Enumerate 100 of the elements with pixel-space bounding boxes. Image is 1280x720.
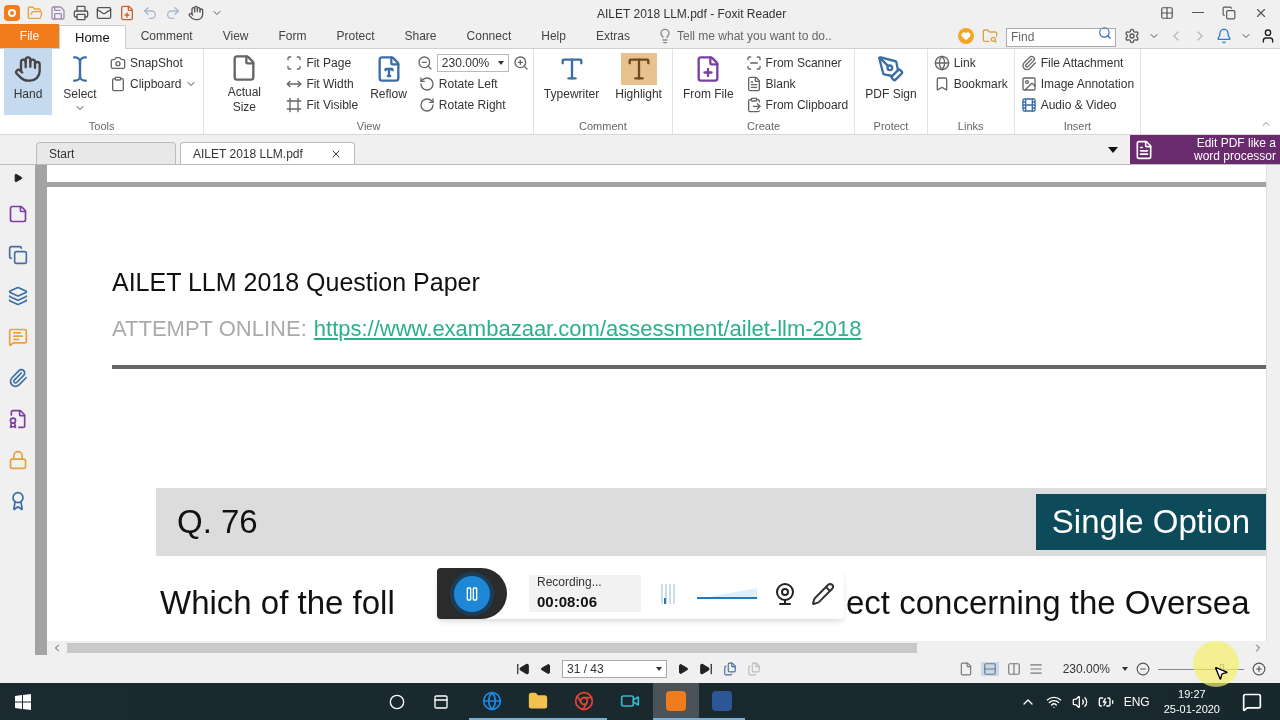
group-label: Protect	[872, 119, 910, 134]
document-tab[interactable]: AILET 2018 LLM.pdf	[180, 142, 355, 164]
zoom-level[interactable]: 230.00%	[1062, 660, 1110, 678]
tell-me-field[interactable]: Tell me what you want to do..	[676, 27, 877, 45]
clipboard-icon	[110, 76, 126, 92]
menu-tab[interactable]: Home	[59, 25, 126, 49]
volume-slider[interactable]	[697, 585, 759, 602]
menu-tab[interactable]: Share	[389, 24, 452, 48]
clipboard-icon	[745, 97, 762, 113]
page-field[interactable]: 31 / 43	[562, 660, 667, 678]
zoom-in-icon	[1252, 662, 1266, 676]
zoom-in-icon[interactable]	[512, 55, 529, 71]
pause-button[interactable]	[437, 568, 507, 619]
promo-text: Edit PDF like a word processor	[1192, 136, 1276, 163]
ribbon-button[interactable]: From Scanner	[743, 53, 851, 73]
ribbon-button[interactable]: Typewriter	[537, 49, 606, 115]
ribbon-button[interactable]: SnapShot	[108, 53, 200, 73]
recording-status: Recording...	[537, 574, 603, 592]
menu-tab[interactable]: Protect	[321, 24, 390, 48]
first-page-icon	[516, 662, 530, 676]
pages-icon	[7, 245, 28, 265]
group-label: Comment	[578, 119, 628, 134]
folder-search-icon	[982, 28, 998, 44]
new-file-icon	[119, 4, 135, 21]
ribbon-button[interactable]: From Clipboard	[743, 95, 851, 115]
mail-icon	[96, 4, 112, 21]
menu-tab[interactable]: Connect	[451, 24, 527, 48]
menu-tab[interactable]: Comment	[125, 24, 208, 48]
ribbon-button[interactable]: Fit Width	[284, 74, 361, 94]
ribbon-button[interactable]: Fit Page	[284, 53, 361, 73]
ribbon-button[interactable]: Hand	[4, 49, 52, 115]
previous-page-icon	[540, 663, 552, 675]
ribbon-button[interactable]: Link	[931, 53, 1010, 73]
ribbon-button[interactable]: File Attachment	[1018, 53, 1137, 73]
ribbon-button[interactable]: Actual Size	[208, 49, 281, 115]
webcam-icon[interactable]	[773, 581, 797, 606]
pencil-icon[interactable]	[811, 581, 835, 606]
zoom-out-icon[interactable]	[416, 55, 433, 71]
restore-icon	[1222, 5, 1236, 20]
signature-icon	[7, 409, 28, 429]
fit-page-icon	[286, 55, 303, 71]
ribbon-button[interactable]: Clipboard	[108, 74, 200, 94]
menu-tab[interactable]: Help	[526, 24, 581, 48]
pdf-app-icon[interactable]	[653, 683, 699, 720]
audio-meter-icon	[661, 581, 675, 606]
ribbon-button[interactable]: Audio & Video	[1018, 95, 1137, 115]
ribbon-button[interactable]: Fit Visible	[284, 95, 361, 115]
previous-view-icon	[723, 662, 737, 676]
menu-tab[interactable]: View	[207, 24, 264, 48]
find-field[interactable]: Find	[1006, 27, 1116, 47]
promo-banner[interactable]: Edit PDF like a word processor	[1130, 135, 1280, 164]
group-label: Create	[746, 119, 782, 134]
question-number: Q. 76	[177, 501, 258, 542]
ribbon-button[interactable]: Reflow	[364, 49, 413, 115]
ribbon-button[interactable]: From File	[676, 49, 740, 115]
pen-icon	[876, 55, 905, 83]
app-logo-icon	[4, 4, 20, 21]
print-icon	[73, 4, 89, 21]
clock-date: 25-01-2020	[1163, 701, 1220, 717]
pdf-file-icon	[1134, 139, 1154, 160]
hand-icon	[188, 4, 204, 21]
continuous-page-icon[interactable]	[980, 662, 999, 676]
lock-icon	[7, 450, 28, 470]
attempt-label: ATTEMPT ONLINE:	[112, 314, 307, 343]
ribbon-button[interactable]: Rotate Right	[416, 95, 529, 115]
ribbon-button[interactable]: Blank	[743, 74, 851, 94]
ribbon-button[interactable]: Bookmark	[931, 74, 1010, 94]
ribbon-button[interactable]: Highlight	[609, 49, 668, 115]
next-page-icon	[677, 663, 689, 675]
last-page-icon	[699, 662, 713, 676]
bookmark-page-icon	[7, 204, 28, 224]
menu-tab[interactable]: Form	[263, 24, 322, 48]
question-text: Which of the foll	[160, 583, 395, 621]
search-icon[interactable]	[389, 693, 405, 710]
paperclip-icon	[1020, 55, 1037, 71]
question-type-badge: Single Option	[1035, 493, 1266, 550]
volume-icon[interactable]	[1071, 693, 1088, 710]
language-indicator[interactable]: ENG	[1123, 692, 1150, 711]
ribbon-button[interactable]: PDF Sign	[859, 49, 923, 115]
rotate-left-icon	[418, 76, 435, 92]
task-view-icon[interactable]	[433, 693, 449, 710]
film-icon	[1020, 97, 1037, 113]
rotate-right-icon	[418, 97, 435, 113]
camera-icon	[110, 55, 126, 71]
dropdown-icon[interactable]	[1108, 146, 1118, 153]
windows-logo-icon[interactable]	[15, 693, 31, 710]
ribbon-button[interactable]: Image Annotation	[1018, 74, 1137, 94]
menu-tab[interactable]: Extras	[580, 24, 645, 48]
ribbon-button[interactable]: Select	[56, 49, 104, 115]
document-tab[interactable]: Start	[36, 142, 176, 164]
zoom-field[interactable]: 230.00%	[436, 54, 509, 72]
user-icon	[1260, 28, 1276, 44]
ribbon-button[interactable]: Rotate Left	[416, 74, 529, 94]
notifications-icon[interactable]	[1242, 691, 1262, 712]
folder-icon	[27, 4, 43, 21]
pause-icon	[464, 585, 480, 602]
group-label: Insert	[1062, 119, 1093, 134]
bell-icon	[1216, 28, 1232, 44]
group-label: Tools	[87, 119, 116, 134]
scanner-icon	[745, 55, 762, 71]
